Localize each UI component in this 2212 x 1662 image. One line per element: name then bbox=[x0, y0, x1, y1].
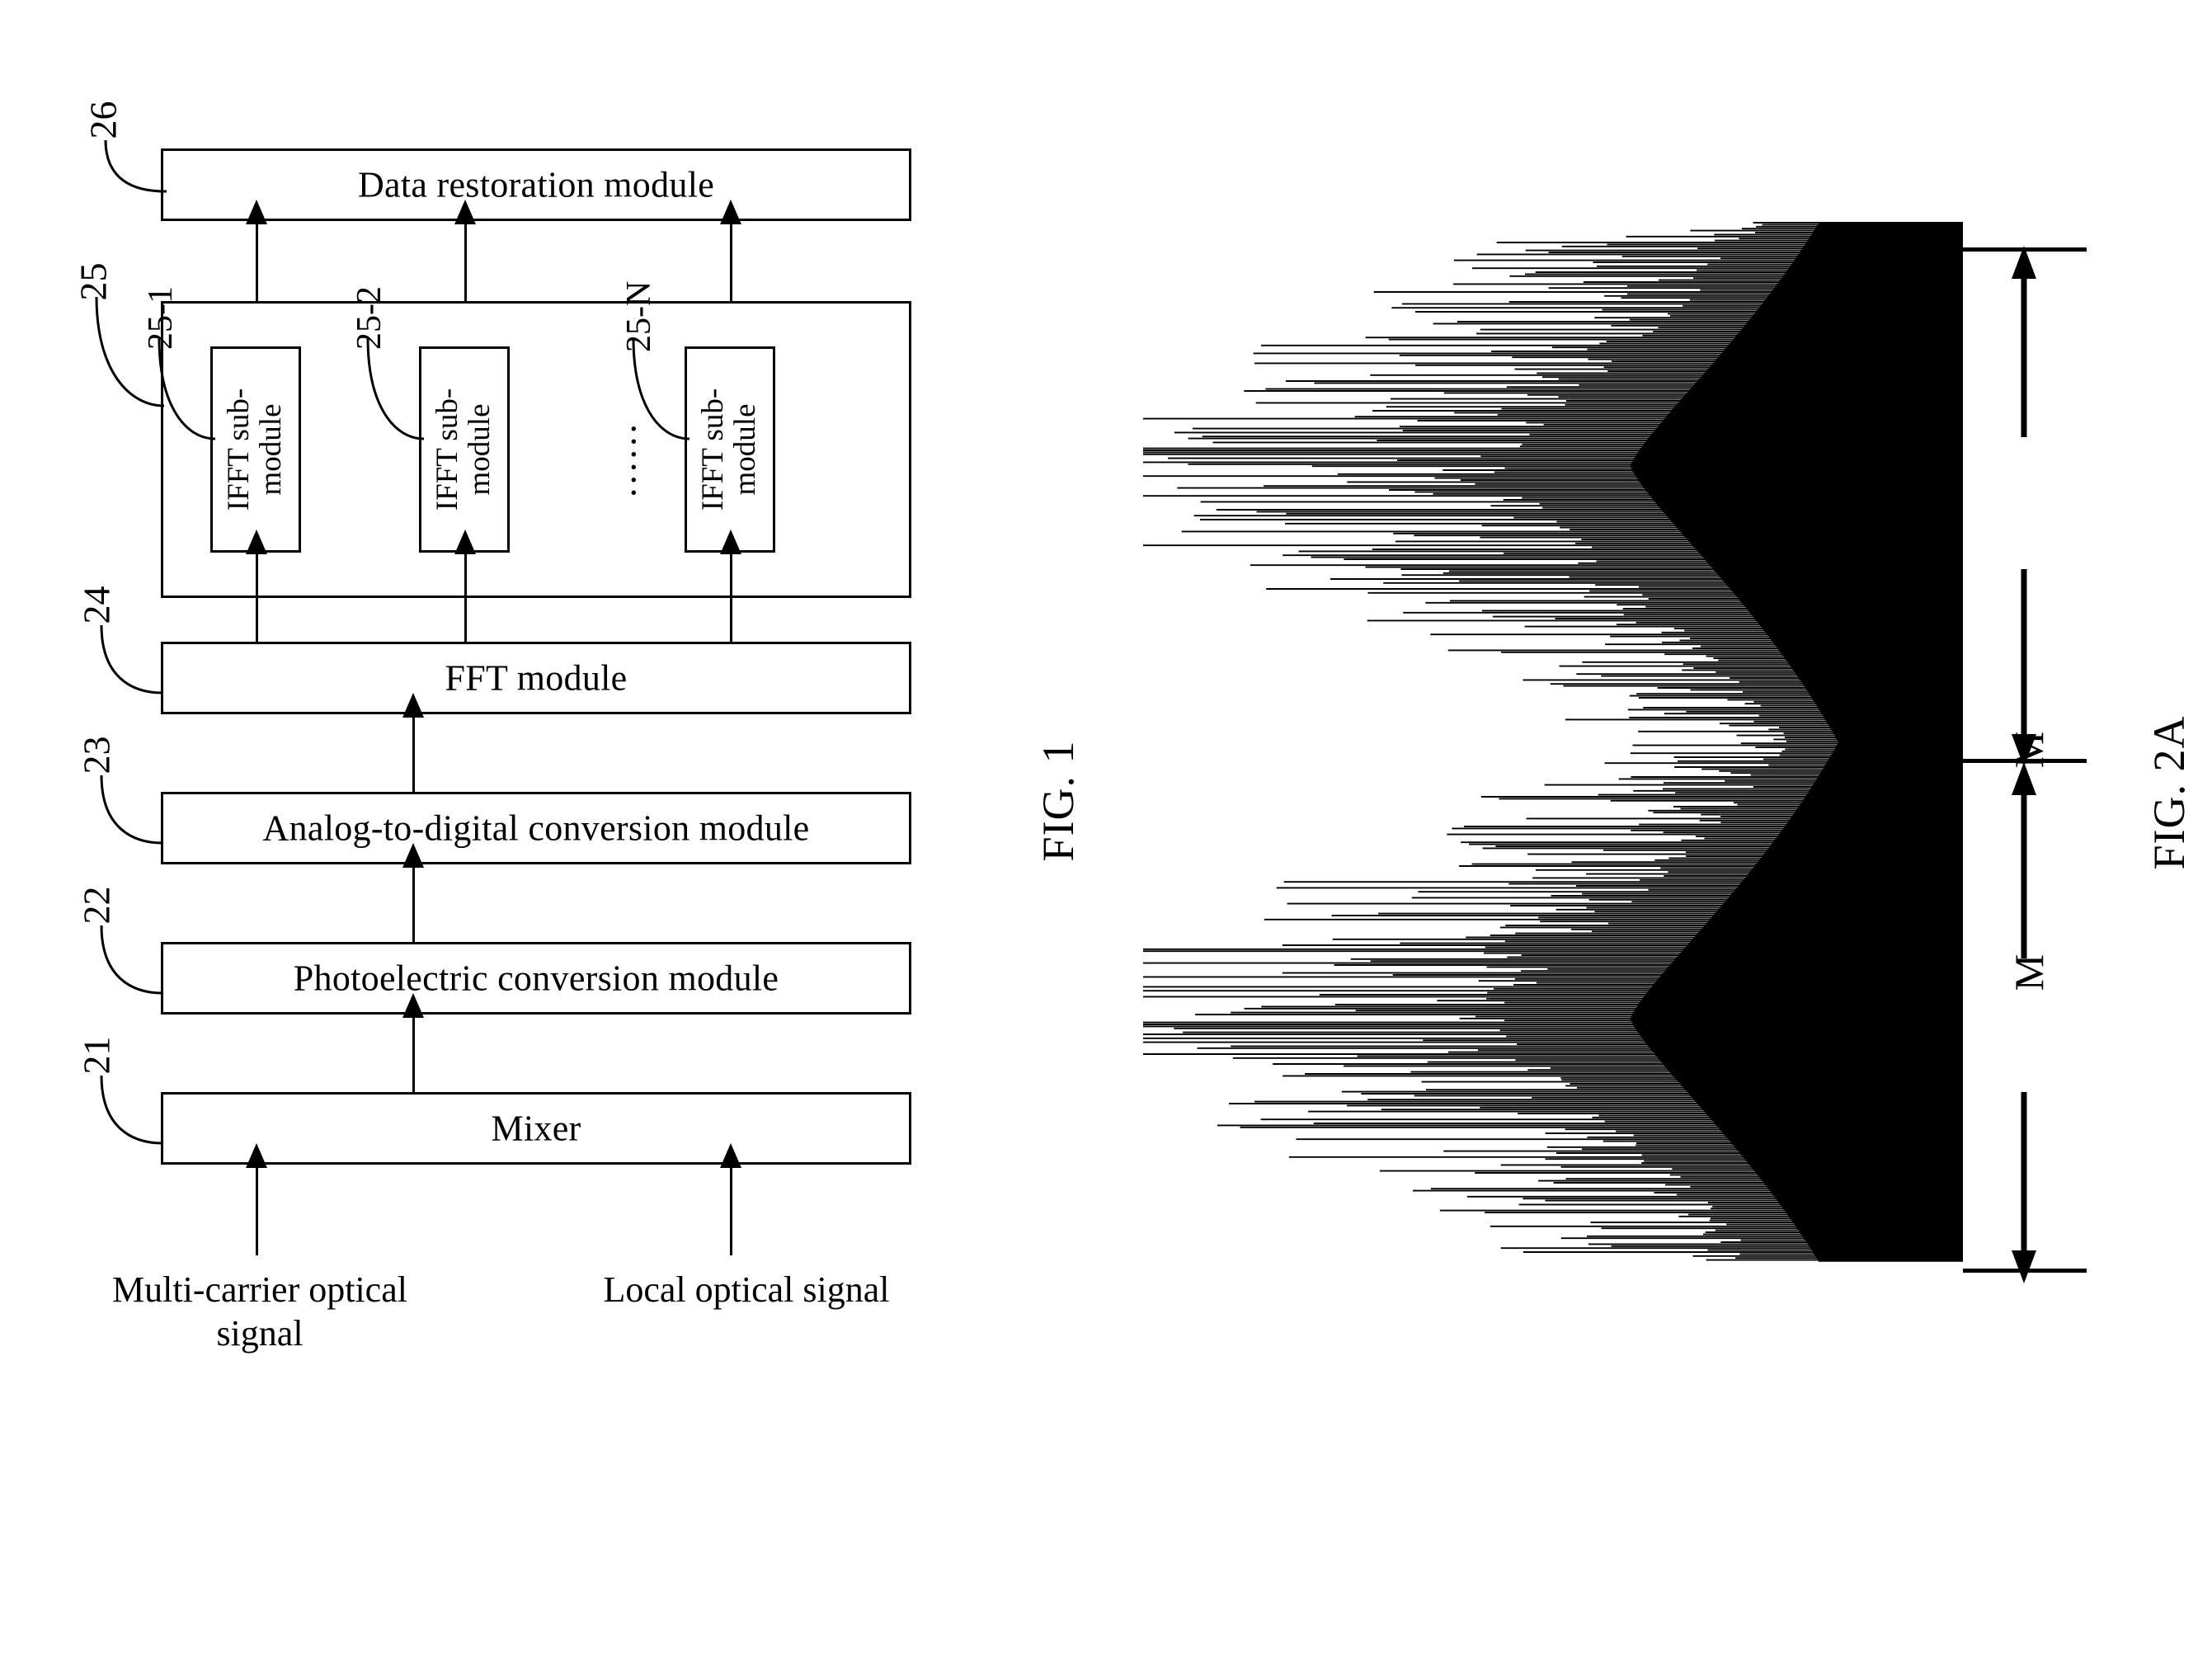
reference-number-22: 22 bbox=[75, 886, 118, 925]
figure-1: Data restoration module 26 25 IFFT sub- … bbox=[45, 49, 1109, 1641]
spectrum-trace bbox=[1143, 222, 1963, 1262]
reference-number-25: 25 bbox=[72, 262, 115, 301]
ifft-sub-module-2-label: IFFT sub- module bbox=[431, 388, 497, 511]
figure-1-caption: FIG. 1 bbox=[1033, 740, 1083, 862]
spectrum-plot bbox=[1138, 214, 1963, 1270]
block-label: Data restoration module bbox=[357, 164, 715, 205]
dimension-label-m-lower: M bbox=[2006, 953, 2052, 991]
leader-line-26 bbox=[104, 140, 167, 193]
leader-line-22 bbox=[100, 925, 163, 995]
block-mixer: Mixer bbox=[161, 1092, 911, 1165]
figure-2a-caption: FIG. 2A bbox=[2144, 715, 2194, 870]
reference-number-25-1: 25-1 bbox=[142, 286, 180, 350]
block-label: FFT module bbox=[445, 657, 628, 699]
figure-2a: M M FIG. 2A bbox=[1138, 49, 2194, 1641]
block-data-restoration-module: Data restoration module bbox=[161, 148, 911, 221]
ifft-sub-module-n-label: IFFT sub- module bbox=[696, 388, 762, 511]
reference-number-26: 26 bbox=[82, 101, 125, 139]
reference-number-21: 21 bbox=[75, 1036, 118, 1075]
leader-line-24 bbox=[100, 625, 163, 694]
leader-line-25-n bbox=[632, 338, 690, 440]
input-label-multi-carrier-optical-signal: Multi-carrier optical signal bbox=[112, 1269, 407, 1354]
leader-line-25-1 bbox=[158, 338, 216, 440]
patent-drawing-sheet: Data restoration module 26 25 IFFT sub- … bbox=[0, 0, 2212, 1662]
input-label-local-optical-signal: Local optical signal bbox=[603, 1269, 890, 1310]
leader-line-25-2 bbox=[366, 338, 425, 440]
block-label: Mixer bbox=[491, 1108, 581, 1149]
block-label: Analog-to-digital conversion module bbox=[262, 807, 810, 849]
block-analog-to-digital-conversion-module: Analog-to-digital conversion module bbox=[161, 792, 911, 864]
leader-line-21 bbox=[100, 1076, 163, 1145]
reference-number-23: 23 bbox=[75, 736, 118, 775]
dimension-label-m-upper: M bbox=[2006, 731, 2052, 769]
reference-number-25-n: 25-N bbox=[620, 280, 658, 352]
reference-number-24: 24 bbox=[75, 586, 118, 624]
block-photoelectric-conversion-module: Photoelectric conversion module bbox=[161, 942, 911, 1015]
block-label: Photoelectric conversion module bbox=[293, 958, 779, 999]
block-fft-module: FFT module bbox=[161, 642, 911, 714]
reference-number-25-2: 25-2 bbox=[351, 286, 388, 350]
leader-line-23 bbox=[100, 775, 163, 845]
ifft-sub-module-1-label: IFFT sub- module bbox=[222, 388, 288, 511]
